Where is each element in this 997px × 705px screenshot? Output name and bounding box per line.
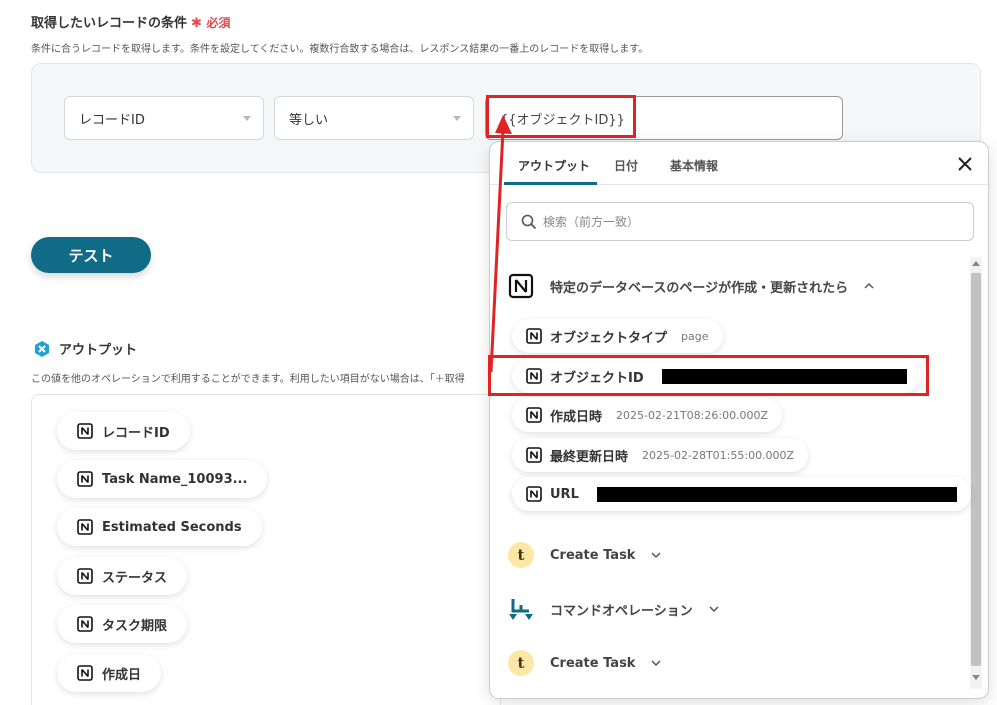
notion-icon xyxy=(77,471,93,487)
output-description: この値を他のオペレーションで利用することができます。利用したい項目がない場合は、… xyxy=(31,374,465,385)
popup-tabs: アウトプット 日付 基本情報 xyxy=(490,142,988,185)
notion-icon xyxy=(526,328,542,344)
chevron-down-icon xyxy=(243,116,251,121)
t-app-icon: t xyxy=(508,542,534,568)
output-item[interactable]: 最終更新日時 2025-02-28T01:55:00.000Z xyxy=(512,438,809,472)
output-chip-label: ステータス xyxy=(102,570,168,586)
output-chip[interactable]: Estimated Seconds xyxy=(57,508,262,546)
chevron-down-icon xyxy=(651,552,661,559)
operator-select[interactable]: 等しい xyxy=(274,96,474,140)
item-label: 最終更新日時 xyxy=(550,449,629,465)
search-input[interactable]: 検索（前方一致） xyxy=(506,202,974,241)
output-picker-popup: アウトプット 日付 基本情報 検索（前方一致） 特定のデータベースのページが作成… xyxy=(489,141,989,699)
item-label: オブジェクトタイプ xyxy=(550,330,668,346)
chevron-down-icon xyxy=(709,606,719,613)
chevron-down-icon xyxy=(651,660,661,667)
notion-icon xyxy=(77,519,93,535)
highlight-box-object-id xyxy=(488,355,929,396)
active-tab-indicator xyxy=(504,182,597,185)
command-operation-icon xyxy=(509,599,533,620)
close-icon[interactable] xyxy=(955,154,975,174)
output-chip-label: Estimated Seconds xyxy=(102,519,242,535)
chevron-down-icon xyxy=(453,116,461,121)
operator-select-value: 等しい xyxy=(289,112,329,128)
chevron-up-icon xyxy=(864,282,874,289)
notion-icon xyxy=(77,423,93,439)
output-chip-label: 作成日 xyxy=(102,667,142,683)
notion-icon xyxy=(508,273,534,299)
condition-description: 条件に合うレコードを取得します。条件を設定してください。複数行合致する場合は、レ… xyxy=(31,44,649,55)
output-item[interactable]: URL xyxy=(512,477,971,511)
notion-icon xyxy=(77,616,93,632)
notion-icon xyxy=(526,447,542,463)
group-create-task-2[interactable]: t Create Task xyxy=(508,650,661,676)
output-icon xyxy=(35,340,49,357)
t-app-icon: t xyxy=(508,650,534,676)
group-notion-trigger[interactable]: 特定のデータベースのページが作成・更新されたら xyxy=(508,273,874,299)
output-title: アウトプット xyxy=(59,343,138,358)
search-icon xyxy=(521,214,537,229)
scroll-up-icon[interactable] xyxy=(972,261,980,266)
scrollbar-thumb[interactable] xyxy=(971,273,981,666)
item-value: page xyxy=(681,329,709,343)
item-label: URL xyxy=(550,486,579,502)
scroll-down-icon[interactable] xyxy=(972,675,980,680)
condition-title-text: 取得したいレコードの条件 xyxy=(31,16,188,31)
field-select-value: レコードID xyxy=(79,112,145,128)
group-label: 特定のデータベースのページが作成・更新されたら xyxy=(550,280,849,296)
output-chip-label: Task Name_10093... xyxy=(102,471,248,487)
notion-icon xyxy=(77,665,93,681)
search-placeholder: 検索（前方一致） xyxy=(543,215,640,229)
group-command-operation[interactable]: コマンドオペレーション xyxy=(508,596,719,622)
output-chip[interactable]: タスク期限 xyxy=(57,605,188,643)
required-label: 必須 xyxy=(206,16,231,30)
output-chip-label: レコードID xyxy=(102,425,170,441)
output-chip[interactable]: レコードID xyxy=(57,412,190,450)
item-value: 2025-02-21T08:26:00.000Z xyxy=(616,408,769,422)
required-star: ✱ xyxy=(191,16,202,31)
notion-icon xyxy=(526,486,542,502)
test-button[interactable]: テスト xyxy=(31,237,151,273)
notion-icon xyxy=(77,568,93,584)
output-item[interactable]: 作成日時 2025-02-21T08:26:00.000Z xyxy=(512,398,783,432)
item-value: 2025-02-28T01:55:00.000Z xyxy=(642,448,795,462)
group-label: Create Task xyxy=(550,655,636,671)
tab-output[interactable]: アウトプット xyxy=(518,157,590,174)
output-chip[interactable]: ステータス xyxy=(57,557,188,595)
output-chip[interactable]: Task Name_10093... xyxy=(57,460,268,498)
output-chip[interactable]: 作成日 xyxy=(57,654,162,692)
group-label: コマンドオペレーション xyxy=(550,603,693,619)
group-label: Create Task xyxy=(550,547,636,563)
output-item[interactable]: オブジェクトタイプ page xyxy=(512,319,723,353)
output-chip-label: タスク期限 xyxy=(102,618,168,634)
tab-date[interactable]: 日付 xyxy=(614,157,638,174)
notion-icon xyxy=(526,407,542,423)
tab-basic-info[interactable]: 基本情報 xyxy=(670,157,718,174)
group-create-task-1[interactable]: t Create Task xyxy=(508,542,661,568)
highlight-box-value xyxy=(486,95,636,138)
item-label: 作成日時 xyxy=(550,409,603,425)
output-heading: アウトプット xyxy=(33,339,137,358)
condition-title: 取得したいレコードの条件 ✱ 必須 xyxy=(31,12,230,31)
redacted-value xyxy=(596,486,957,502)
field-select[interactable]: レコードID xyxy=(64,96,264,140)
